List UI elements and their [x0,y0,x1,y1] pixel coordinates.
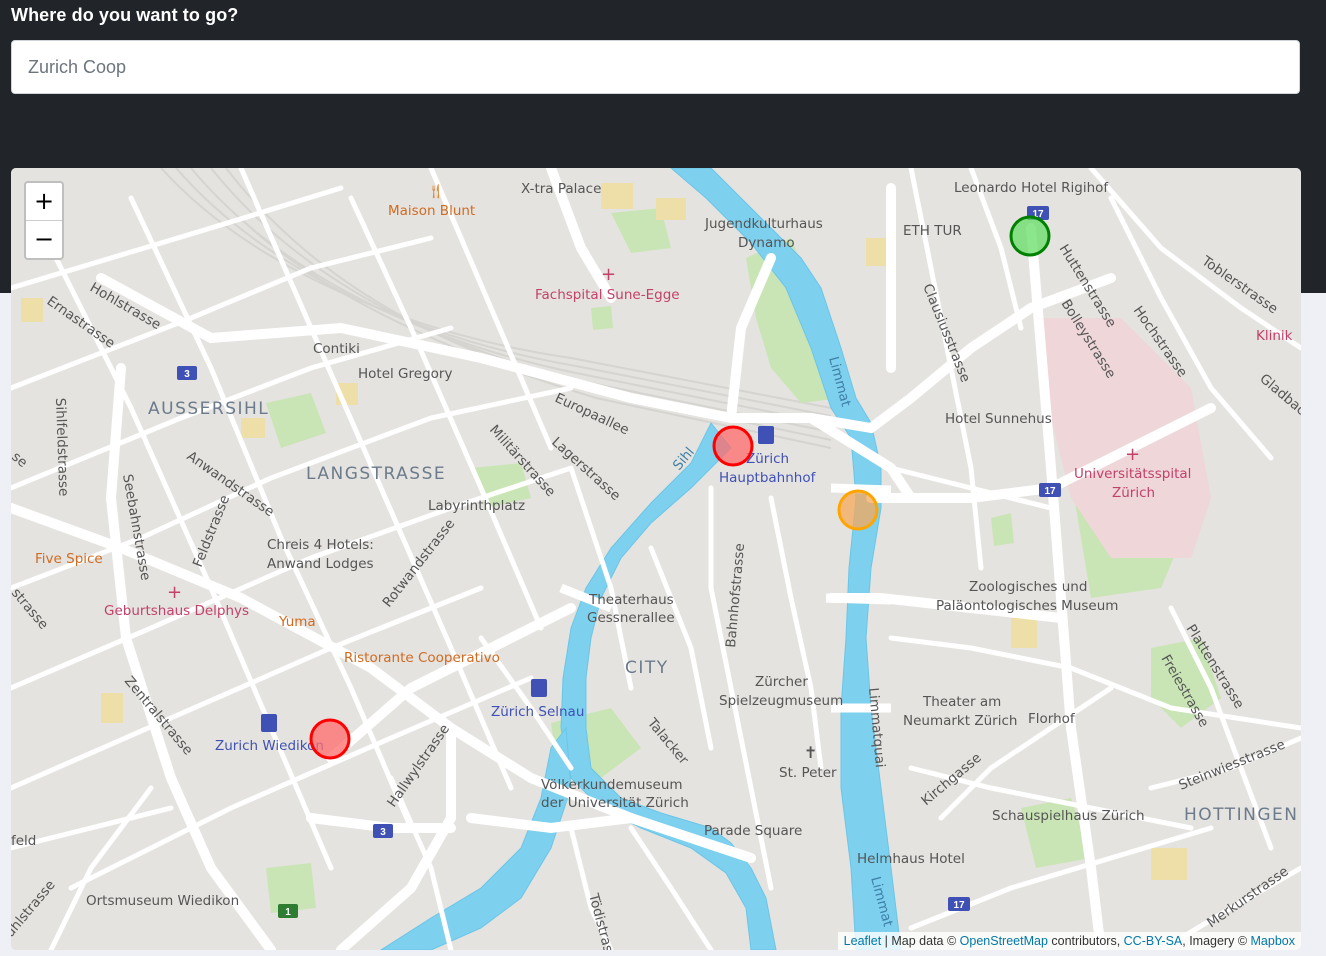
label-aussersihl: AUSSERSIHL [148,399,269,419]
attribution-sep1: | Map data © [881,934,960,948]
route-3-shield-b: 3 [380,827,386,838]
marker-hauptbahnhof[interactable] [712,425,754,467]
label-jugendkulturhaus: Jugendkulturhaus [704,216,823,232]
label-five-spice: Five Spice [35,551,103,567]
label-contiki: Contiki [313,341,360,357]
attribution-contributors: contributors, [1047,934,1124,948]
openstreetmap-link[interactable]: OpenStreetMap [960,934,1048,948]
zoom-in-button[interactable]: + [26,183,62,221]
route-3-shield-a: 3 [184,369,190,380]
label-zoologisches: Zoologisches und [969,579,1087,595]
label-ortsmuseum-wiedikon: Ortsmuseum Wiedikon [86,893,239,909]
label-chreis4-hotels: Chreis 4 Hotels: [267,537,374,553]
zoom-out-button[interactable]: − [26,221,62,258]
label-florhof: Florhof [1028,711,1076,727]
label-xtra-palace: X-tra Palace [521,181,601,197]
label-hotel-gregory: Hotel Gregory [358,366,452,382]
hospital-icon: + [167,582,182,603]
restaurant-icon: 🍴︎ [427,184,445,200]
attribution-imagery: , Imagery © [1182,934,1251,948]
label-fachspital: Fachspital Sune-Egge [535,287,680,303]
label-ristorante: Ristorante Cooperativo [344,650,500,666]
destination-prompt: Where do you want to go? [11,5,239,25]
label-st-peter: St. Peter [779,765,837,781]
marker-rigihof[interactable] [1009,215,1051,257]
label-theaterhaus: Theaterhaus [588,592,674,608]
route-17-shield-b: 17 [1044,486,1056,497]
train-station-icon [261,714,277,732]
label-city: CITY [625,658,669,678]
label-universitaetsspital-zuerich: Zürich [1112,485,1155,501]
label-palaeontologisches: Paläontologisches Museum [936,598,1118,614]
map-tiles: 3 3 17 17 17 1 🍴︎ + + + ✝ X-tra Palace M… [11,168,1301,950]
cc-by-sa-link[interactable]: CC-BY-SA [1124,934,1183,948]
label-geburtshaus: Geburtshaus Delphys [104,603,249,619]
label-yuma: Yuma [278,614,316,630]
leaflet-link[interactable]: Leaflet [844,934,882,948]
label-universitaet-zuerich: der Universität Zürich [541,795,689,811]
church-icon: ✝ [804,743,817,762]
marker-wiedikon[interactable] [309,718,351,760]
label-anwand-lodges: Anwand Lodges [267,556,374,572]
label-labyrinthplatz: Labyrinthplatz [428,498,525,514]
label-hotel-sunnehus: Hotel Sunnehus [945,411,1052,427]
label-zurich-wiedikon: Zurich Wiedikon [215,738,324,754]
label-helmhaus-hotel: Helmhaus Hotel [857,851,965,867]
label-schauspielhaus: Schauspielhaus Zürich [992,808,1145,824]
label-zuerich: Zürich [746,451,789,467]
marker-limmat[interactable] [837,489,879,531]
map-view[interactable]: 3 3 17 17 17 1 🍴︎ + + + ✝ X-tra Palace M… [11,168,1301,950]
label-theater-am: Theater am [922,694,1001,710]
train-station-icon [758,426,774,444]
hospital-icon: + [1125,444,1140,465]
label-parade-square: Parade Square [704,823,802,839]
label-hottingen: HOTTINGEN [1184,805,1299,825]
label-zuercher: Zürcher [755,674,808,690]
label-dynamo: Dynamo [738,235,795,251]
label-eth-tur: ETH TUR [903,223,962,239]
destination-search-input[interactable] [11,40,1300,94]
route-1-shield: 1 [285,907,291,918]
zoom-control: + − [24,181,64,260]
label-maison-blunt: Maison Blunt [388,203,475,219]
label-voelkerkundemuseum: Völkerkundemuseum [541,777,683,793]
label-spielzeugmuseum: Spielzeugmuseum [719,693,843,709]
route-17-shield-c: 17 [953,900,965,911]
label-neumarkt-zuerich: Neumarkt Zürich [903,713,1017,729]
label-klinik: Klinik [1256,328,1293,344]
label-universitaetsspital: Universitätsspital [1074,466,1191,482]
hospital-icon: + [601,264,616,285]
label-gessnerallee: Gessnerallee [587,610,675,626]
label-leonardo: Leonardo Hotel Rigihof [954,180,1109,196]
label-zuerich-selnau: Zürich Selnau [491,704,584,720]
label-feld-edge: feld [11,833,36,849]
label-langstrasse: LANGSTRASSE [306,464,446,484]
label-hauptbahnhof: Hauptbahnhof [719,470,817,486]
train-station-icon [531,679,547,697]
mapbox-link[interactable]: Mapbox [1251,934,1295,948]
map-attribution: Leaflet | Map data © OpenStreetMap contr… [837,932,1301,950]
